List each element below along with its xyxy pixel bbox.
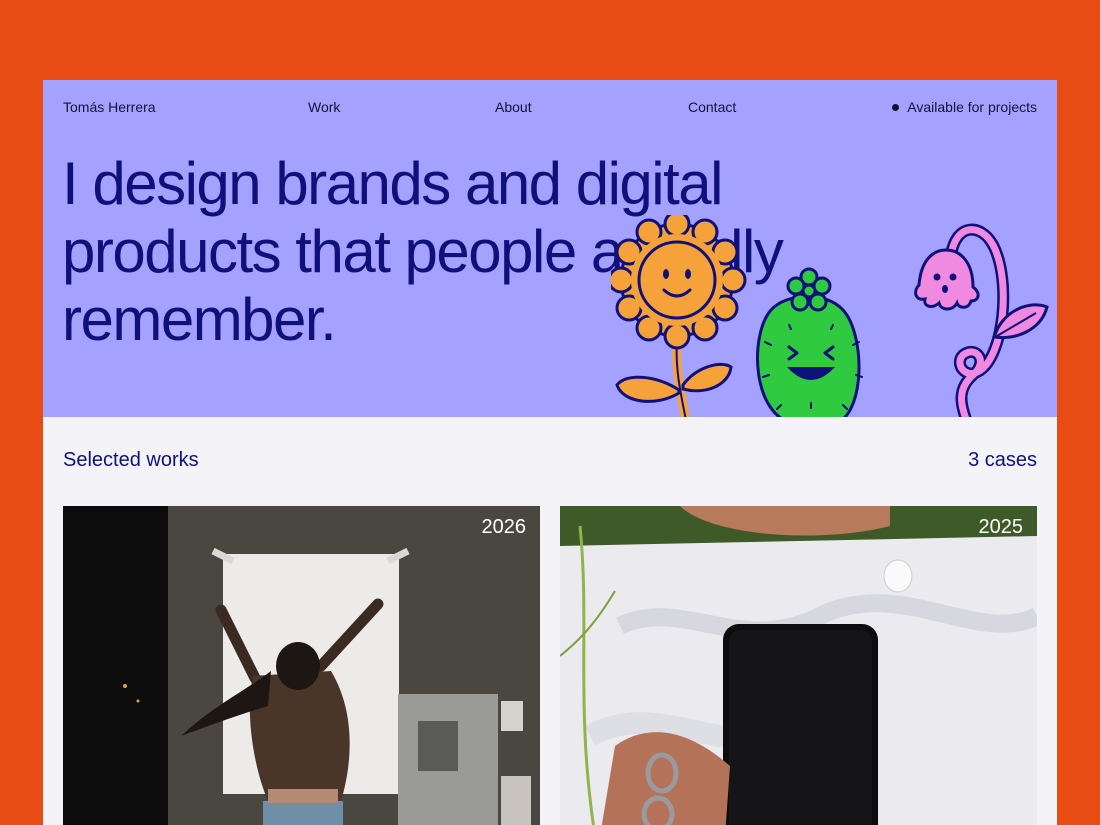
mascot-illustrations xyxy=(611,215,1049,417)
cactus-icon xyxy=(756,267,863,417)
site-frame: Tomás Herrera Work About Contact Availab… xyxy=(43,80,1057,825)
work-year-2: 2025 xyxy=(978,516,1024,538)
work-card-2[interactable]: 2025 xyxy=(560,506,1037,825)
hero-section: Tomás Herrera Work About Contact Availab… xyxy=(43,80,1057,417)
top-nav: Tomás Herrera Work About Contact Availab… xyxy=(63,99,1037,119)
phone-on-shirt-photo xyxy=(560,506,1037,825)
works-title: Selected works xyxy=(63,449,199,471)
availability-status: Available for projects xyxy=(892,99,1037,115)
nav-link-about[interactable]: About xyxy=(495,99,532,115)
sunflower-icon xyxy=(611,215,747,417)
availability-label: Available for projects xyxy=(907,99,1037,115)
work-card-1[interactable]: 2026 xyxy=(63,506,540,825)
works-count: 3 cases xyxy=(968,449,1037,471)
work-year-1: 2026 xyxy=(481,516,527,538)
bellflower-icon xyxy=(914,223,1049,417)
person-poster-photo xyxy=(63,506,540,825)
works-header: Selected works 3 cases xyxy=(63,449,1037,475)
brand-link[interactable]: Tomás Herrera xyxy=(63,99,156,115)
status-dot-icon xyxy=(892,103,900,111)
nav-link-work[interactable]: Work xyxy=(308,99,340,115)
nav-link-contact[interactable]: Contact xyxy=(688,99,736,115)
